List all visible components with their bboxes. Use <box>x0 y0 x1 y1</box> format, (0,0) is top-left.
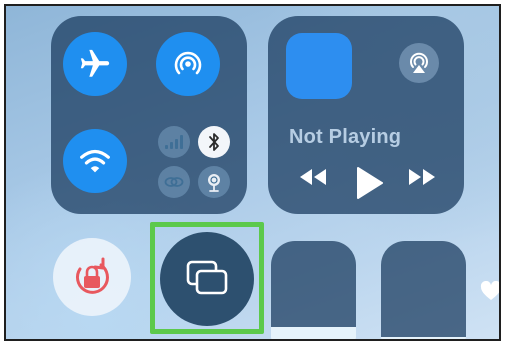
airdrop-icon <box>174 51 202 75</box>
volume-slider-fill <box>381 337 466 339</box>
airplay-button[interactable] <box>399 43 439 83</box>
link-icon <box>164 177 184 187</box>
airplane-mode-button[interactable] <box>63 32 127 96</box>
volume-slider[interactable] <box>381 241 466 339</box>
cellular-data-button[interactable] <box>158 126 190 158</box>
orientation-lock-icon <box>75 257 109 294</box>
cellular-signal-icon <box>165 135 183 149</box>
rewind-icon[interactable] <box>298 167 328 187</box>
airplane-icon <box>80 49 110 77</box>
wifi-icon <box>80 149 110 173</box>
bluetooth-icon <box>209 133 219 151</box>
airplay-icon <box>410 52 428 73</box>
heart-icon[interactable] <box>480 281 501 301</box>
album-artwork[interactable] <box>286 33 352 99</box>
personal-link-button[interactable] <box>158 166 190 198</box>
control-center: Not Playing <box>4 4 501 341</box>
highlight-annotation <box>150 222 264 334</box>
now-playing-label: Not Playing <box>289 126 402 148</box>
airdrop-button[interactable] <box>156 32 220 96</box>
wifi-button[interactable] <box>63 129 127 193</box>
orientation-lock-button[interactable] <box>53 238 131 316</box>
fast-forward-icon[interactable] <box>407 167 437 187</box>
personal-hotspot-button[interactable] <box>198 166 230 198</box>
play-icon[interactable] <box>355 166 383 200</box>
hotspot-icon <box>208 174 220 192</box>
brightness-slider-fill <box>271 327 356 339</box>
bluetooth-button[interactable] <box>198 126 230 158</box>
brightness-slider[interactable] <box>271 241 356 339</box>
